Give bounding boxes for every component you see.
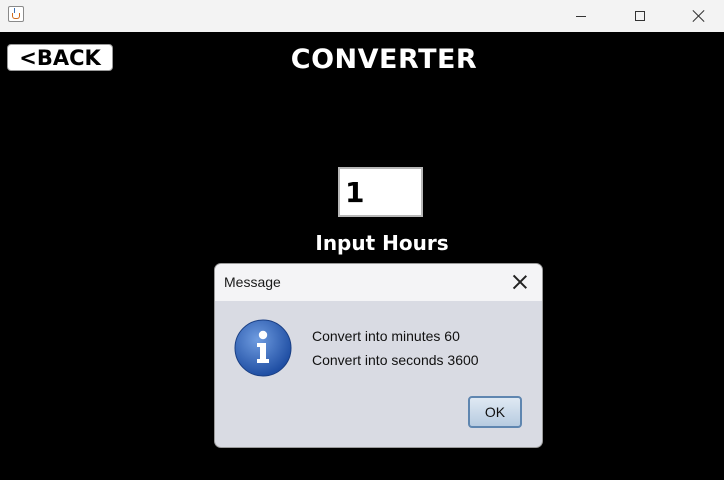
page-title: CONVERTER [290,44,478,75]
maximize-icon [635,11,645,21]
message-line-minutes: Convert into minutes 60 [312,328,460,344]
window-title-bar [0,0,724,32]
close-window-button[interactable] [676,0,722,32]
close-icon [513,275,527,289]
minimize-icon [576,15,586,17]
info-icon [234,319,292,377]
message-dialog: Message Convert into minutes 60 Convert … [214,263,543,448]
dialog-header: Message [215,264,542,301]
close-icon [692,9,706,23]
maximize-button[interactable] [617,0,663,32]
message-line-seconds: Convert into seconds 3600 [312,352,479,368]
minimize-button[interactable] [558,0,604,32]
dialog-close-button[interactable] [507,270,533,294]
hours-input-label: Input Hours [315,231,449,255]
dialog-title: Message [224,274,281,290]
java-icon [8,6,24,22]
ok-button[interactable]: OK [468,396,522,428]
hours-input[interactable] [338,167,423,217]
